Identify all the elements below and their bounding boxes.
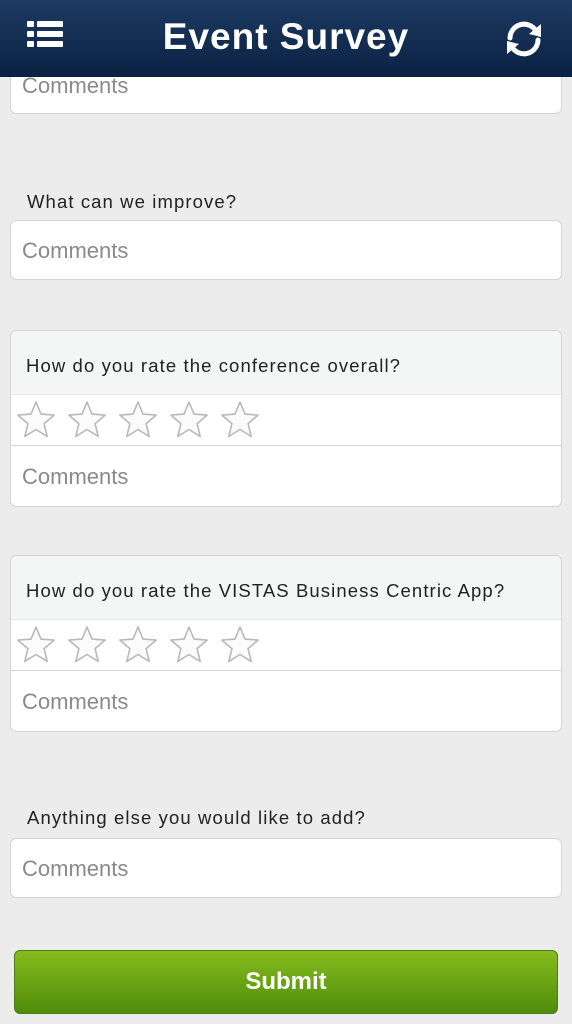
survey-content: Comments What can we improve? Comments H… [0, 0, 572, 1024]
star-icon[interactable] [219, 624, 261, 666]
comments-field[interactable]: Comments [10, 838, 562, 898]
app-header: Event Survey [0, 0, 572, 77]
star-rating[interactable] [15, 624, 270, 666]
star-icon[interactable] [117, 624, 159, 666]
question-area: How do you rate the VISTAS Business Cent… [11, 556, 561, 620]
star-icon[interactable] [219, 399, 261, 441]
rating-card: How do you rate the VISTAS Business Cent… [10, 555, 562, 732]
question-label: How do you rate the conference overall? [26, 355, 402, 376]
question-label: What can we improve? [27, 191, 238, 212]
star-icon[interactable] [66, 624, 108, 666]
question-label: Anything else you would like to add? [27, 807, 366, 828]
star-icon[interactable] [168, 624, 210, 666]
star-icon[interactable] [117, 399, 159, 441]
comments-field[interactable]: Comments [11, 446, 561, 506]
refresh-icon[interactable] [501, 16, 547, 62]
star-rating[interactable] [15, 399, 270, 441]
star-icon[interactable] [66, 399, 108, 441]
star-icon[interactable] [15, 399, 57, 441]
star-icon[interactable] [168, 399, 210, 441]
rating-card: How do you rate the conference overall? … [10, 330, 562, 507]
comments-field[interactable]: Comments [11, 671, 561, 731]
question-area: How do you rate the conference overall? [11, 331, 561, 395]
question-label: How do you rate the VISTAS Business Cent… [26, 580, 506, 601]
page-title: Event Survey [162, 16, 410, 57]
comments-field[interactable]: Comments [10, 220, 562, 280]
submit-button[interactable]: Submit [14, 950, 558, 1014]
star-icon[interactable] [15, 624, 57, 666]
